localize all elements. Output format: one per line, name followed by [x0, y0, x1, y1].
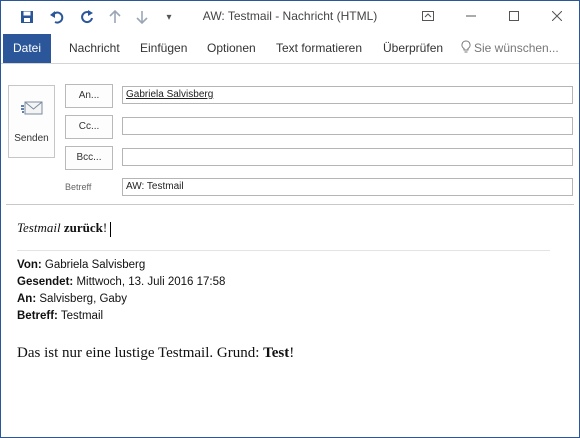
quote-subject-value: Testmail — [60, 310, 104, 322]
quote-end: ! — [289, 345, 295, 361]
window-title: AW: Testmail - Nachricht (HTML) — [202, 9, 378, 23]
bcc-button[interactable]: Bcc... — [65, 146, 113, 170]
to-button[interactable]: An... — [65, 84, 113, 108]
send-button[interactable]: Senden — [8, 85, 55, 158]
quote-divider — [17, 250, 550, 251]
quote-sent-line: Gesendet: Mittwoch, 13. Juli 2016 17:58 — [17, 276, 225, 288]
tab-format-text[interactable]: Text formatieren — [276, 35, 362, 61]
title-bar: ▾ AW: Testmail - Nachricht (HTML) — [1, 1, 579, 33]
ribbon-display-options-icon[interactable] — [413, 5, 443, 27]
quote-to-value: Salvisberg, Gaby — [39, 293, 127, 305]
tab-review[interactable]: Überprüfen — [383, 35, 443, 61]
subject-field[interactable]: AW: Testmail — [122, 178, 573, 196]
quote-bold: Test — [263, 345, 290, 361]
quote-sent-value: Mittwoch, 13. Juli 2016 17:58 — [76, 276, 226, 288]
reply-end: ! — [102, 220, 108, 235]
close-button[interactable] — [542, 5, 572, 27]
send-envelope-icon — [21, 100, 43, 116]
quote-body-text: Das ist nur eine lustige Testmail. Grund… — [17, 345, 294, 362]
lightbulb-icon — [461, 36, 471, 62]
to-recipient[interactable]: Gabriela Salvisberg — [126, 89, 213, 100]
quote-to-label: An: — [17, 293, 37, 305]
outlook-compose-window: ▾ AW: Testmail - Nachricht (HTML) Datei … — [0, 0, 580, 438]
quote-text: Das ist nur eine lustige Testmail. Grund… — [17, 345, 260, 361]
text-cursor — [110, 221, 112, 237]
tab-message[interactable]: Nachricht — [69, 35, 120, 61]
subject-label: Betreff — [65, 182, 92, 192]
quote-sent-label: Gesendet: — [17, 276, 74, 288]
tell-me-label: Sie wünschen... — [474, 41, 559, 55]
reply-bold: zurück — [63, 220, 103, 235]
cc-button[interactable]: Cc... — [65, 115, 113, 139]
cc-field[interactable] — [122, 117, 573, 135]
quote-from-line: Von: Gabriela Salvisberg — [17, 259, 145, 271]
to-field[interactable]: Gabriela Salvisberg — [122, 86, 573, 104]
reply-text: Testmail zurück! — [17, 220, 112, 237]
tab-file[interactable]: Datei — [3, 34, 52, 63]
quote-from-value: Gabriela Salvisberg — [44, 259, 146, 271]
ribbon-tab-bar: Datei Nachricht Einfügen Optionen Text f… — [1, 33, 579, 63]
send-label: Senden — [14, 133, 49, 144]
quote-to-line: An: Salvisberg, Gaby — [17, 293, 127, 305]
maximize-button[interactable] — [499, 5, 529, 27]
tab-insert[interactable]: Einfügen — [140, 35, 187, 61]
bcc-field[interactable] — [122, 148, 573, 166]
message-body[interactable]: Testmail zurück! Von: Gabriela Salvisber… — [6, 204, 574, 433]
message-header: Senden An... Cc... Bcc... Gabriela Salvi… — [1, 64, 579, 204]
quote-subject-label: Betreff: — [17, 310, 58, 322]
tab-options[interactable]: Optionen — [207, 35, 256, 61]
minimize-button[interactable] — [456, 5, 486, 27]
tell-me-search[interactable]: Sie wünschen... — [461, 35, 559, 61]
reply-italic: Testmail — [17, 220, 61, 235]
quote-subject-line: Betreff: Testmail — [17, 310, 103, 322]
quote-from-label: Von: — [17, 259, 42, 271]
